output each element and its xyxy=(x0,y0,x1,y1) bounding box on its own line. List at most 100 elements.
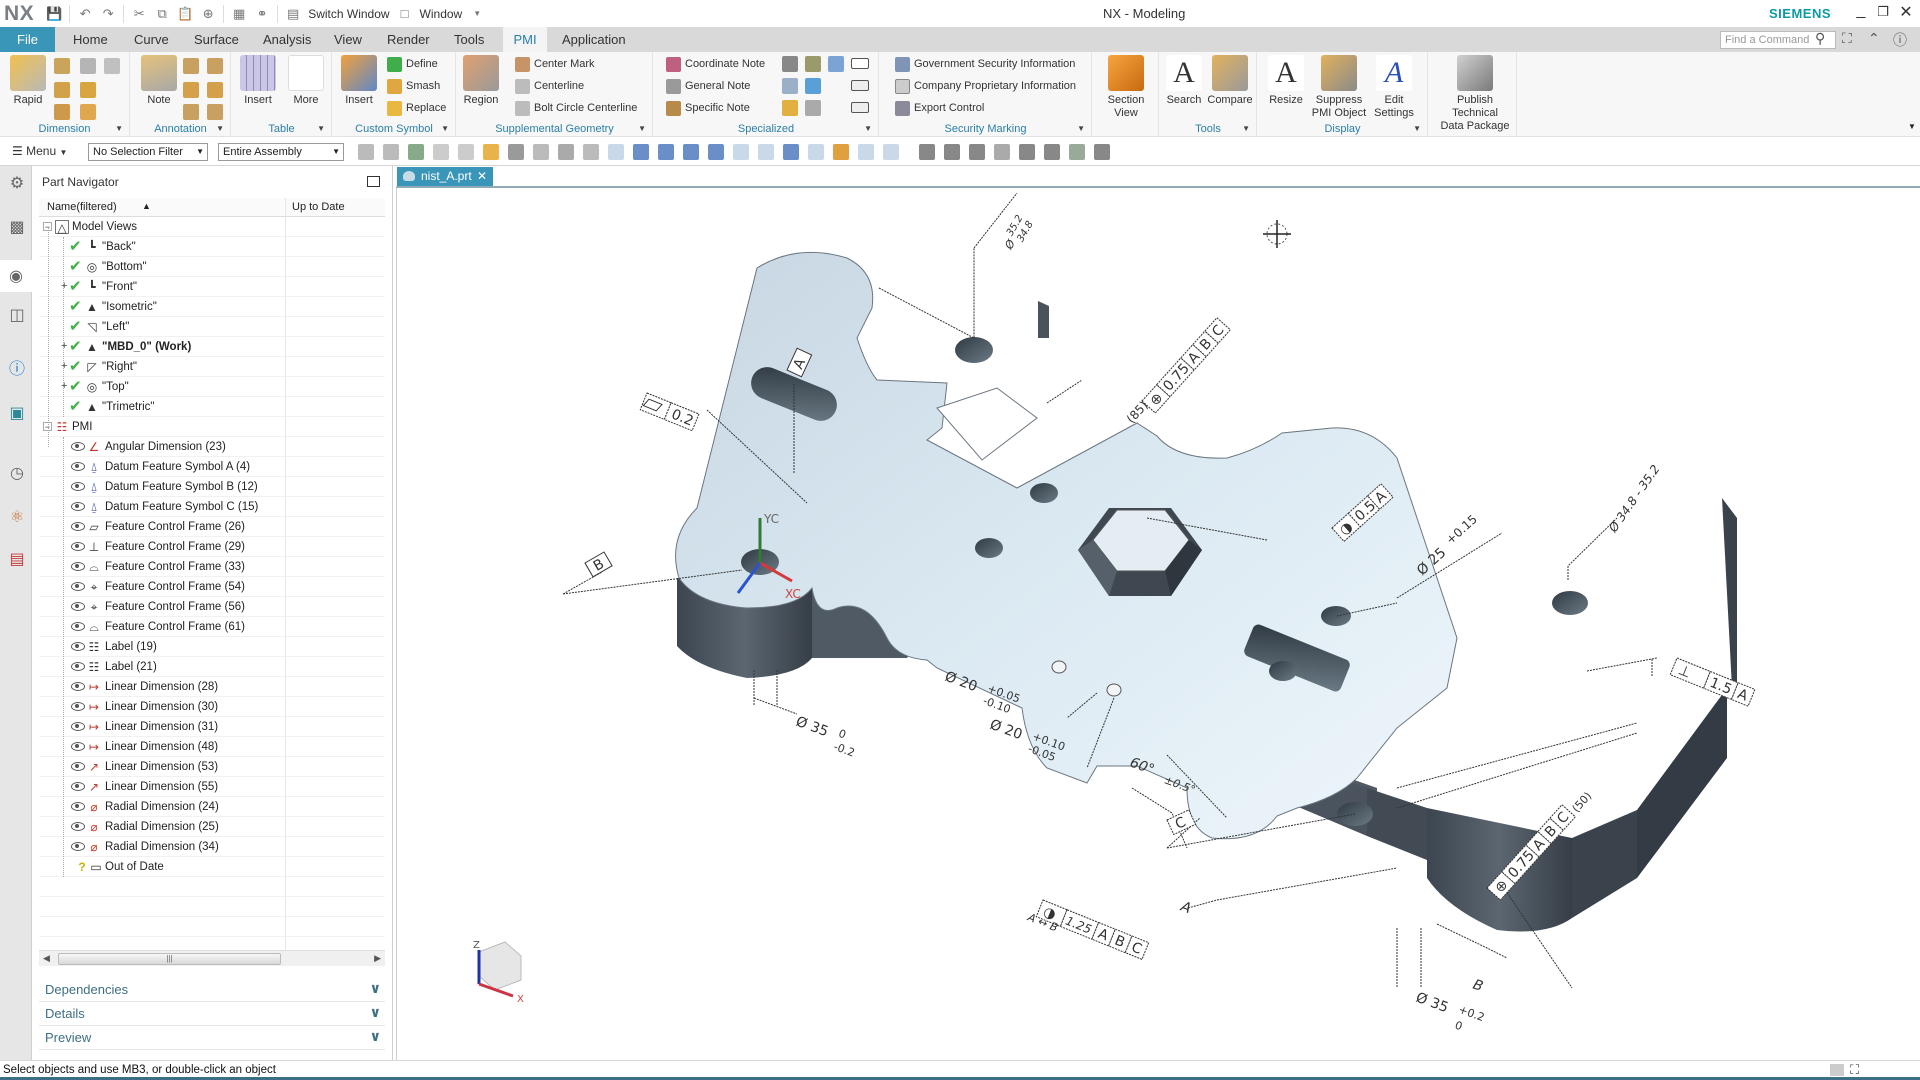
tree-node-model-view[interactable]: + ✔ ◎ "Top" xyxy=(39,377,385,397)
more-button[interactable]: More xyxy=(282,55,330,107)
tree-node-pmi-item[interactable]: ↦ Linear Dimension (31) xyxy=(39,717,385,737)
switch-window-button[interactable]: Switch Window xyxy=(308,7,389,21)
window-menu-button[interactable]: Window xyxy=(420,7,463,21)
expand-icon[interactable]: + xyxy=(61,340,67,352)
suppress-pmi-button[interactable]: Suppress PMI Object xyxy=(1310,55,1368,120)
work-layer-icon[interactable] xyxy=(1094,144,1110,160)
repeat-command-icon[interactable]: ⊕ xyxy=(200,6,216,22)
ordinate-dimension-icon[interactable] xyxy=(80,104,96,120)
chevron-down-icon[interactable]: ▼ xyxy=(469,6,485,22)
tree-node-model-view[interactable]: ✔ ◹ "Left" xyxy=(39,317,385,337)
tree-node-pmi-item[interactable]: ⌀ Radial Dimension (25) xyxy=(39,817,385,837)
background-icon[interactable] xyxy=(1044,144,1060,160)
tree-node-pmi-item[interactable]: ☷ Label (21) xyxy=(39,657,385,677)
bolt-circle-centerline-button[interactable]: Bolt Circle Centerline xyxy=(515,98,637,118)
full-screen-icon[interactable]: ⛶ xyxy=(1850,1062,1859,1078)
zoom-icon[interactable] xyxy=(944,144,960,160)
fit-icon[interactable] xyxy=(919,144,935,160)
selection-scope-dropdown[interactable]: Entire Assembly ▼ xyxy=(218,143,344,161)
orient-view-icon[interactable] xyxy=(1019,144,1035,160)
scroll-left-icon[interactable]: ◀ xyxy=(43,953,50,964)
point-on-surface-icon[interactable] xyxy=(833,144,849,160)
visibility-eye-icon[interactable] xyxy=(71,702,85,711)
intersection-icon[interactable] xyxy=(708,144,724,160)
tree-node-model-view[interactable]: ✔ ▲ "Trimetric" xyxy=(39,397,385,417)
copy-icon[interactable]: ⧉ xyxy=(154,6,170,22)
mid-point-icon[interactable] xyxy=(658,144,674,160)
selection-filter-dropdown[interactable]: No Selection Filter ▼ xyxy=(88,143,208,161)
tab-tools[interactable]: Tools xyxy=(445,27,493,52)
existing-point-icon[interactable] xyxy=(783,144,799,160)
tree-node-pmi-item[interactable]: ↦ Linear Dimension (28) xyxy=(39,677,385,697)
search-icon[interactable]: ⚲ xyxy=(1815,30,1825,47)
center-mark-button[interactable]: Center Mark xyxy=(515,54,595,74)
details-panel[interactable]: Details ∨ xyxy=(39,1002,385,1026)
tab-file[interactable]: File xyxy=(0,27,55,52)
column-up-to-date[interactable]: Up to Date xyxy=(292,201,345,213)
insert-table-button[interactable]: Insert xyxy=(234,55,282,107)
angular-dimension-icon[interactable] xyxy=(104,58,120,74)
close-button[interactable]: ✕ xyxy=(1896,2,1916,22)
document-note-icon[interactable] xyxy=(828,56,844,72)
curve-rule-icon[interactable] xyxy=(458,144,474,160)
minimize-button[interactable]: _ xyxy=(1851,2,1871,20)
visibility-eye-icon[interactable] xyxy=(71,662,85,671)
search-button[interactable]: A Search xyxy=(1160,55,1208,107)
visibility-eye-icon[interactable] xyxy=(71,762,85,771)
visibility-eye-icon[interactable] xyxy=(71,822,85,831)
tree-node-pmi-item[interactable]: ↦ Linear Dimension (30) xyxy=(39,697,385,717)
tree-node-pmi-item[interactable]: ⍙ Datum Feature Symbol B (12) xyxy=(39,477,385,497)
tree-node-pmi-item[interactable]: ⌓ Feature Control Frame (61) xyxy=(39,617,385,637)
publish-tdp-button[interactable]: Publish Technical Data Package xyxy=(1433,55,1517,133)
maximize-icon[interactable] xyxy=(367,176,380,187)
surface-finish-icon[interactable] xyxy=(183,104,199,120)
visibility-eye-icon[interactable] xyxy=(71,722,85,731)
tab-pmi[interactable]: PMI xyxy=(503,27,547,52)
roles-icon[interactable]: ▤ xyxy=(6,548,28,570)
end-point-icon[interactable] xyxy=(633,144,649,160)
tree-node-pmi-item[interactable]: ⍙ Datum Feature Symbol C (15) xyxy=(39,497,385,517)
info-feed-icon[interactable]: ⓘ xyxy=(6,356,28,378)
specific-note-button[interactable]: Specific Note xyxy=(666,98,750,118)
chevron-down-icon[interactable]: ▼ xyxy=(317,124,325,133)
define-button[interactable]: Define xyxy=(387,54,438,74)
tree-node-model-view[interactable]: ✔ ◎ "Bottom" xyxy=(39,257,385,277)
spec-note-icon[interactable] xyxy=(805,78,821,94)
visibility-eye-icon[interactable] xyxy=(71,802,85,811)
general-note-button[interactable]: General Note xyxy=(666,76,750,96)
chamfer-dimension-icon[interactable] xyxy=(54,82,70,98)
tree-node-pmi-item[interactable]: ⌖ Feature Control Frame (54) xyxy=(39,577,385,597)
control-point-icon[interactable] xyxy=(683,144,699,160)
render-style-icon[interactable] xyxy=(994,144,1010,160)
chevron-down-icon[interactable]: ▼ xyxy=(864,124,872,133)
tree-node-model-view[interactable]: + ✔ ┗ "Front" xyxy=(39,277,385,297)
tree-node-pmi-item[interactable]: ↗ Linear Dimension (53) xyxy=(39,757,385,777)
tree-node-pmi-item[interactable]: ▱ Feature Control Frame (26) xyxy=(39,517,385,537)
snap-point-icon[interactable] xyxy=(508,144,524,160)
tree-node-pmi-item[interactable]: ⌀ Radial Dimension (34) xyxy=(39,837,385,857)
tab-home[interactable]: Home xyxy=(64,27,117,52)
expand-icon[interactable]: + xyxy=(61,360,67,372)
tree-node-pmi-item[interactable]: ⍙ Datum Feature Symbol A (4) xyxy=(39,457,385,477)
visibility-eye-icon[interactable] xyxy=(71,842,85,851)
note-button[interactable]: Note xyxy=(135,55,183,107)
enable-snap-icon[interactable] xyxy=(608,144,624,160)
replace-button[interactable]: Replace xyxy=(387,98,446,118)
tree-node-model-view[interactable]: ✔ ┗ "Back" xyxy=(39,237,385,257)
chevron-down-icon[interactable]: ▼ xyxy=(638,124,646,133)
show-hide-icon[interactable] xyxy=(533,144,549,160)
full-screen-icon[interactable]: ⛶ xyxy=(1842,30,1852,47)
layer-icon[interactable] xyxy=(1069,144,1085,160)
visibility-eye-icon[interactable] xyxy=(71,742,85,751)
section-view-button[interactable]: Section View xyxy=(1102,55,1150,120)
visibility-eye-icon[interactable] xyxy=(71,782,85,791)
view-triad-icon[interactable] xyxy=(883,144,899,160)
web-browser-icon[interactable]: ▣ xyxy=(6,402,28,424)
chevron-down-icon[interactable]: ▼ xyxy=(1413,124,1421,133)
visibility-eye-icon[interactable] xyxy=(71,502,85,511)
document-tab[interactable]: nist_A.prt ✕ xyxy=(397,167,493,186)
rapid-dimension-button[interactable]: Rapid xyxy=(4,55,52,107)
tree-node-model-view[interactable]: ✔ ▲ "Isometric" xyxy=(39,297,385,317)
history-clock-icon[interactable]: ◷ xyxy=(6,462,28,484)
centerline-button[interactable]: Centerline xyxy=(515,76,584,96)
